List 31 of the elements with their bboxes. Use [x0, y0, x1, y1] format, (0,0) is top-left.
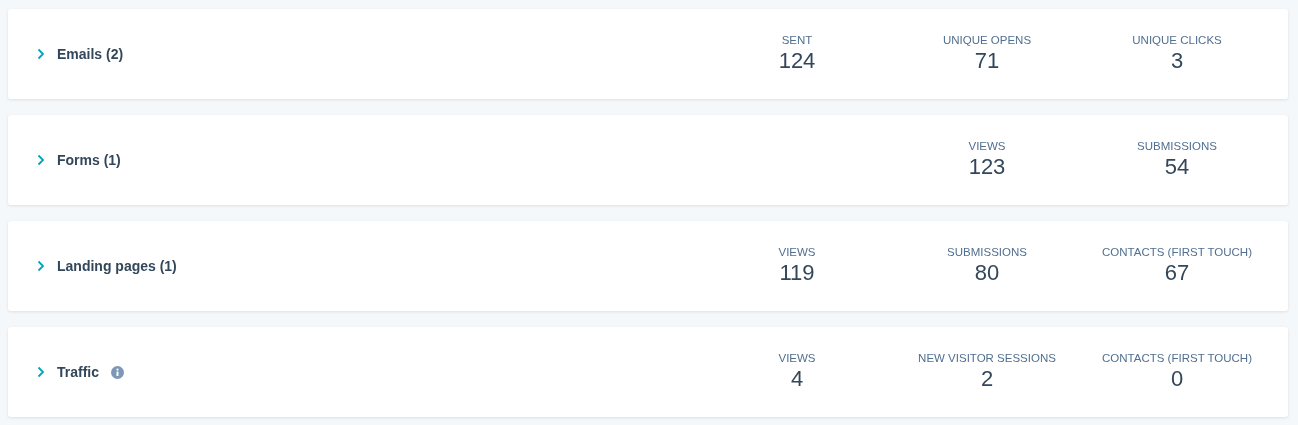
section-title[interactable]: Traffic	[57, 364, 99, 380]
stat-value: 2	[980, 366, 994, 392]
stat-label: UNIQUE CLICKS	[1132, 34, 1222, 46]
info-icon[interactable]	[111, 365, 124, 379]
stat-label: SUBMISSIONS	[947, 246, 1027, 258]
stat-label: VIEWS	[778, 246, 816, 258]
stat-value: 0	[1170, 366, 1184, 392]
stat-label: SENT	[781, 34, 813, 46]
section-title[interactable]: Landing pages (1)	[57, 258, 177, 274]
stat-label: NEW VISITOR SESSIONS	[918, 352, 1056, 364]
stat-value: 3	[1170, 48, 1184, 74]
stat-label: VIEWS	[968, 140, 1006, 152]
section-title[interactable]: Forms (1)	[57, 152, 121, 168]
stat-label: CONTACTS (FIRST TOUCH)	[1102, 352, 1252, 364]
stat-label: UNIQUE OPENS	[942, 34, 1032, 46]
stat-value: 123	[968, 154, 1006, 180]
chevron-icon[interactable]	[37, 260, 45, 272]
stat-label: CONTACTS (FIRST TOUCH)	[1102, 246, 1252, 258]
stat-value: 124	[778, 48, 816, 74]
chevron-icon[interactable]	[37, 48, 45, 60]
stat-value: 4	[790, 366, 804, 392]
stat-value: 54	[1164, 154, 1190, 180]
stat-label: SUBMISSIONS	[1137, 140, 1217, 152]
chevron-icon[interactable]	[37, 154, 45, 166]
stat-value: 119	[779, 260, 815, 286]
chevron-icon[interactable]	[37, 366, 45, 378]
section-title[interactable]: Emails (2)	[57, 46, 124, 62]
stat-value: 80	[974, 260, 1000, 286]
stat-value: 67	[1164, 260, 1190, 286]
stat-label: VIEWS	[778, 352, 816, 364]
stat-value: 71	[974, 48, 1000, 74]
